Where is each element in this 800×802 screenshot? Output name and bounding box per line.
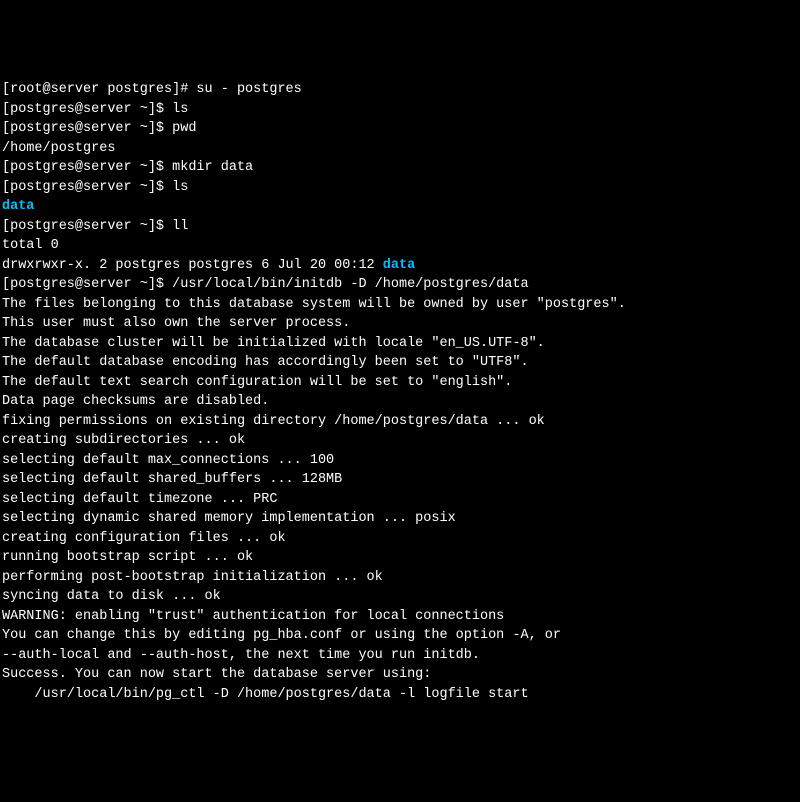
terminal-line: [postgres@server ~]$ ls bbox=[2, 100, 798, 120]
terminal-line: [postgres@server ~]$ /usr/local/bin/init… bbox=[2, 275, 798, 295]
terminal-line: [postgres@server ~]$ ll bbox=[2, 217, 798, 237]
terminal-line: Data page checksums are disabled. bbox=[2, 392, 798, 412]
terminal-line: [postgres@server ~]$ pwd bbox=[2, 119, 798, 139]
terminal-text: data bbox=[383, 258, 415, 273]
terminal-text: [postgres@server ~]$ ls bbox=[2, 180, 188, 195]
terminal-text: /usr/local/bin/pg_ctl -D /home/postgres/… bbox=[2, 687, 529, 702]
terminal-text: selecting default max_connections ... 10… bbox=[2, 453, 334, 468]
terminal-line: The default database encoding has accord… bbox=[2, 353, 798, 373]
terminal-line: [postgres@server ~]$ mkdir data bbox=[2, 158, 798, 178]
terminal-line: fixing permissions on existing directory… bbox=[2, 412, 798, 432]
terminal-text: The default database encoding has accord… bbox=[2, 355, 529, 370]
terminal-line: creating subdirectories ... ok bbox=[2, 431, 798, 451]
terminal-line: selecting default timezone ... PRC bbox=[2, 490, 798, 510]
terminal-line: The database cluster will be initialized… bbox=[2, 334, 798, 354]
terminal-line: selecting default shared_buffers ... 128… bbox=[2, 470, 798, 490]
terminal-line: creating configuration files ... ok bbox=[2, 529, 798, 549]
terminal-text: data bbox=[2, 199, 34, 214]
terminal-text: selecting default timezone ... PRC bbox=[2, 492, 277, 507]
terminal-line: The default text search configuration wi… bbox=[2, 373, 798, 393]
terminal-text: performing post-bootstrap initialization… bbox=[2, 570, 383, 585]
terminal-text: [postgres@server ~]$ pwd bbox=[2, 121, 196, 136]
terminal-line: This user must also own the server proce… bbox=[2, 314, 798, 334]
terminal-line: running bootstrap script ... ok bbox=[2, 548, 798, 568]
terminal-line: You can change this by editing pg_hba.co… bbox=[2, 626, 798, 646]
terminal-text: drwxrwxr-x. 2 postgres postgres 6 Jul 20… bbox=[2, 258, 383, 273]
terminal-output: [root@server postgres]# su - postgres [po… bbox=[2, 80, 798, 704]
terminal-text: [postgres@server ~]$ /usr/local/bin/init… bbox=[2, 277, 529, 292]
terminal-line: --auth-local and --auth-host, the next t… bbox=[2, 646, 798, 666]
terminal-text: The default text search configuration wi… bbox=[2, 375, 512, 390]
terminal-text: total 0 bbox=[2, 238, 59, 253]
terminal-line: /usr/local/bin/pg_ctl -D /home/postgres/… bbox=[2, 685, 798, 705]
terminal-line: performing post-bootstrap initialization… bbox=[2, 568, 798, 588]
terminal-text: [postgres@server ~]$ mkdir data bbox=[2, 160, 253, 175]
terminal-line: [root@server postgres]# su - postgres bbox=[2, 80, 798, 100]
terminal-text: [root@server postgres]# su - postgres bbox=[2, 82, 302, 97]
terminal-text: creating subdirectories ... ok bbox=[2, 433, 245, 448]
terminal-text: WARNING: enabling "trust" authentication… bbox=[2, 609, 504, 624]
terminal-line: total 0 bbox=[2, 236, 798, 256]
terminal-text: selecting dynamic shared memory implemen… bbox=[2, 511, 456, 526]
terminal-text: The database cluster will be initialized… bbox=[2, 336, 545, 351]
terminal-text: selecting default shared_buffers ... 128… bbox=[2, 472, 342, 487]
terminal-line: data bbox=[2, 197, 798, 217]
terminal-text: You can change this by editing pg_hba.co… bbox=[2, 628, 561, 643]
terminal-text: running bootstrap script ... ok bbox=[2, 550, 253, 565]
terminal-text: Data page checksums are disabled. bbox=[2, 394, 269, 409]
terminal-line: The files belonging to this database sys… bbox=[2, 295, 798, 315]
terminal-text: /home/postgres bbox=[2, 141, 115, 156]
terminal-text: [postgres@server ~]$ ll bbox=[2, 219, 188, 234]
terminal-text: --auth-local and --auth-host, the next t… bbox=[2, 648, 480, 663]
terminal-line: WARNING: enabling "trust" authentication… bbox=[2, 607, 798, 627]
terminal-text: creating configuration files ... ok bbox=[2, 531, 286, 546]
terminal-text: [postgres@server ~]$ ls bbox=[2, 102, 188, 117]
terminal-line: Success. You can now start the database … bbox=[2, 665, 798, 685]
terminal-text: syncing data to disk ... ok bbox=[2, 589, 221, 604]
terminal-line: selecting default max_connections ... 10… bbox=[2, 451, 798, 471]
terminal-line: syncing data to disk ... ok bbox=[2, 587, 798, 607]
terminal-text: This user must also own the server proce… bbox=[2, 316, 350, 331]
terminal-text: The files belonging to this database sys… bbox=[2, 297, 626, 312]
terminal-line: /home/postgres bbox=[2, 139, 798, 159]
terminal-line: [postgres@server ~]$ ls bbox=[2, 178, 798, 198]
terminal-line: selecting dynamic shared memory implemen… bbox=[2, 509, 798, 529]
terminal-text: Success. You can now start the database … bbox=[2, 667, 431, 682]
terminal-text: fixing permissions on existing directory… bbox=[2, 414, 545, 429]
terminal-line: drwxrwxr-x. 2 postgres postgres 6 Jul 20… bbox=[2, 256, 798, 276]
